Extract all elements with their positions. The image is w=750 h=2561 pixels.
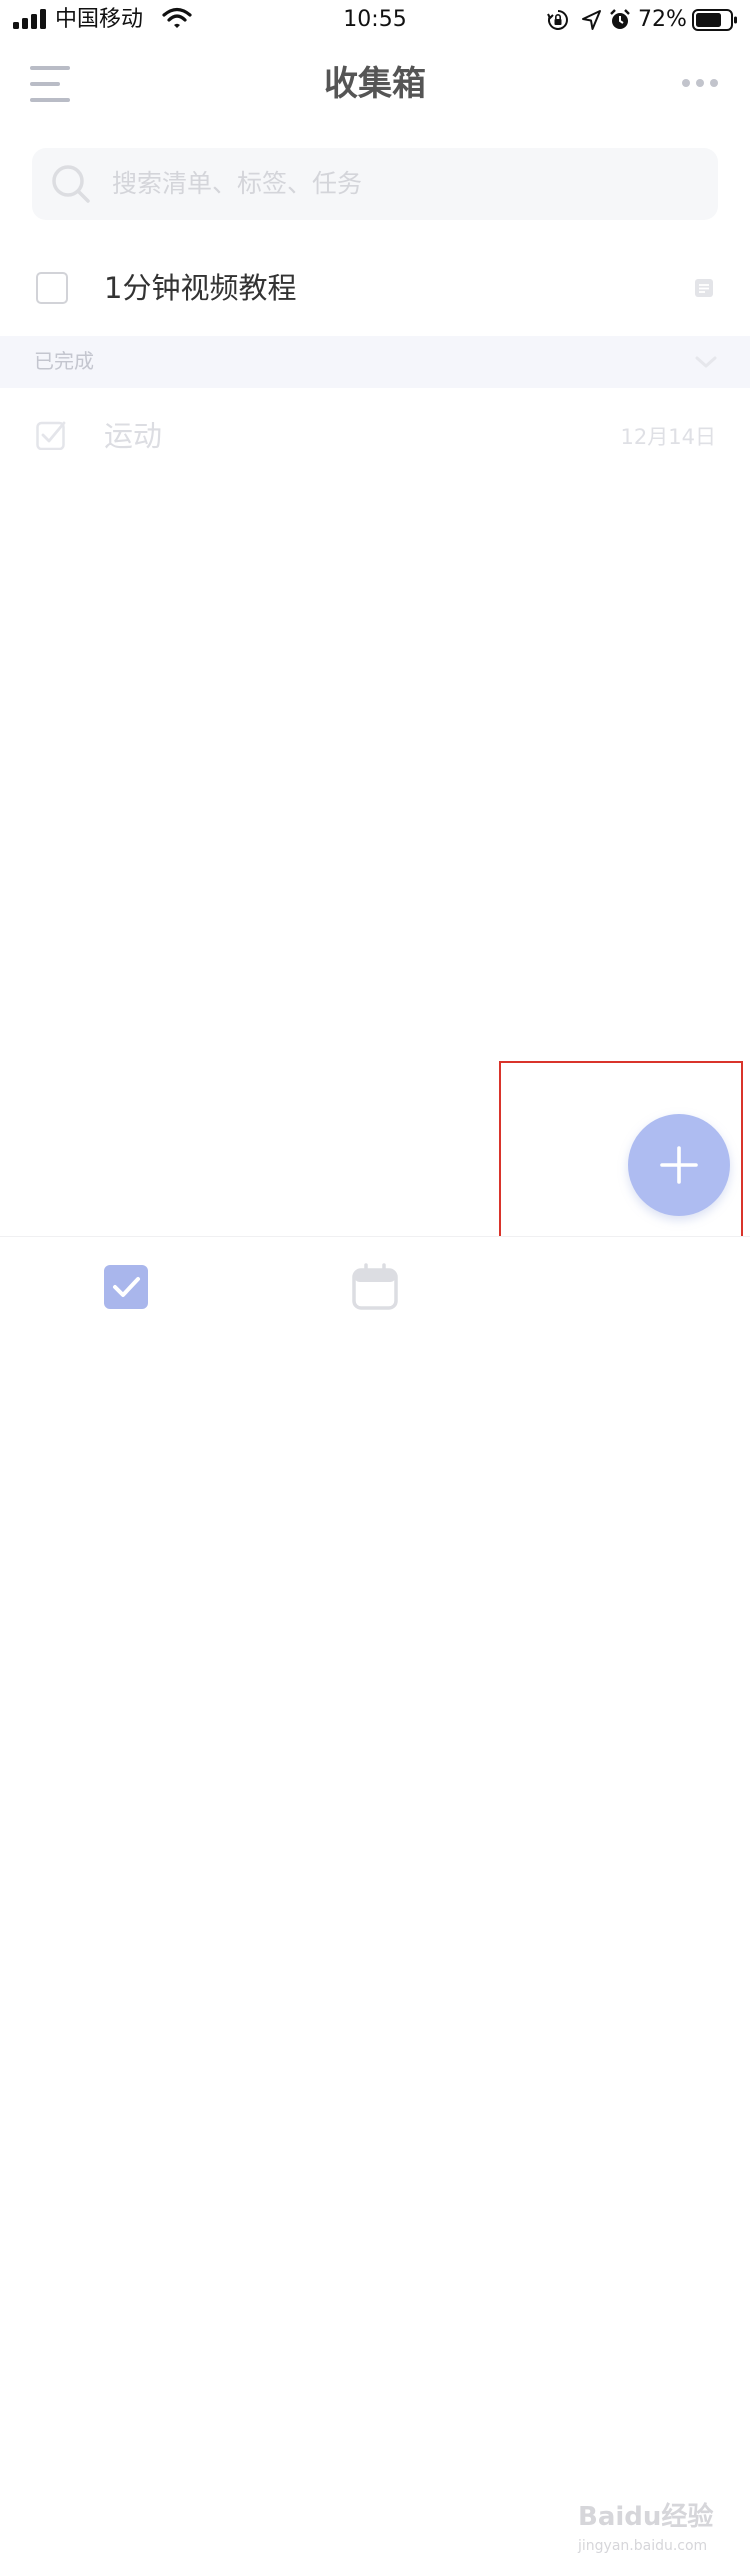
search-icon: [52, 165, 90, 203]
watermark-brand: Baidu经验: [578, 2502, 714, 2532]
battery-percent: 72%: [638, 7, 687, 32]
search-input[interactable]: 搜索清单、标签、任务: [32, 148, 718, 220]
task-checkbox[interactable]: [36, 272, 68, 304]
completed-section-header[interactable]: 已完成: [0, 336, 750, 388]
battery-icon: [692, 9, 737, 31]
location-icon: [582, 10, 601, 30]
status-bar: 中国移动 10:55 72%: [0, 0, 750, 40]
completed-task-date: 12月14日: [620, 425, 716, 449]
task-check-icon[interactable]: [102, 1263, 150, 1311]
completed-section-label: 已完成: [34, 349, 94, 373]
search-placeholder: 搜索清单、标签、任务: [112, 169, 363, 198]
completed-task-title: 运动: [104, 419, 163, 453]
task-row[interactable]: 1分钟视频教程: [0, 240, 750, 336]
app-header: 收集箱: [0, 40, 750, 128]
watermark-url: jingyan.baidu.com: [578, 2538, 708, 2554]
calendar-icon[interactable]: [351, 1263, 399, 1311]
chevron-down-icon[interactable]: [694, 352, 718, 372]
more-icon[interactable]: [680, 76, 720, 90]
add-task-button[interactable]: [628, 1114, 730, 1216]
plus-icon: [660, 1146, 698, 1184]
rotation-lock-icon: [547, 10, 568, 30]
alarm-icon: [610, 9, 630, 29]
completed-task-row[interactable]: 运动 12月14日: [0, 390, 750, 486]
task-title: 1分钟视频教程: [104, 271, 297, 305]
tab-bar: Baidu经验 jingyan.baidu.com: [0, 1236, 750, 2554]
baidu-watermark: Baidu经验 jingyan.baidu.com: [578, 2499, 718, 2561]
checked-checkbox-icon[interactable]: [36, 420, 66, 450]
page-title: 收集箱: [324, 64, 426, 104]
note-icon: [695, 279, 713, 297]
